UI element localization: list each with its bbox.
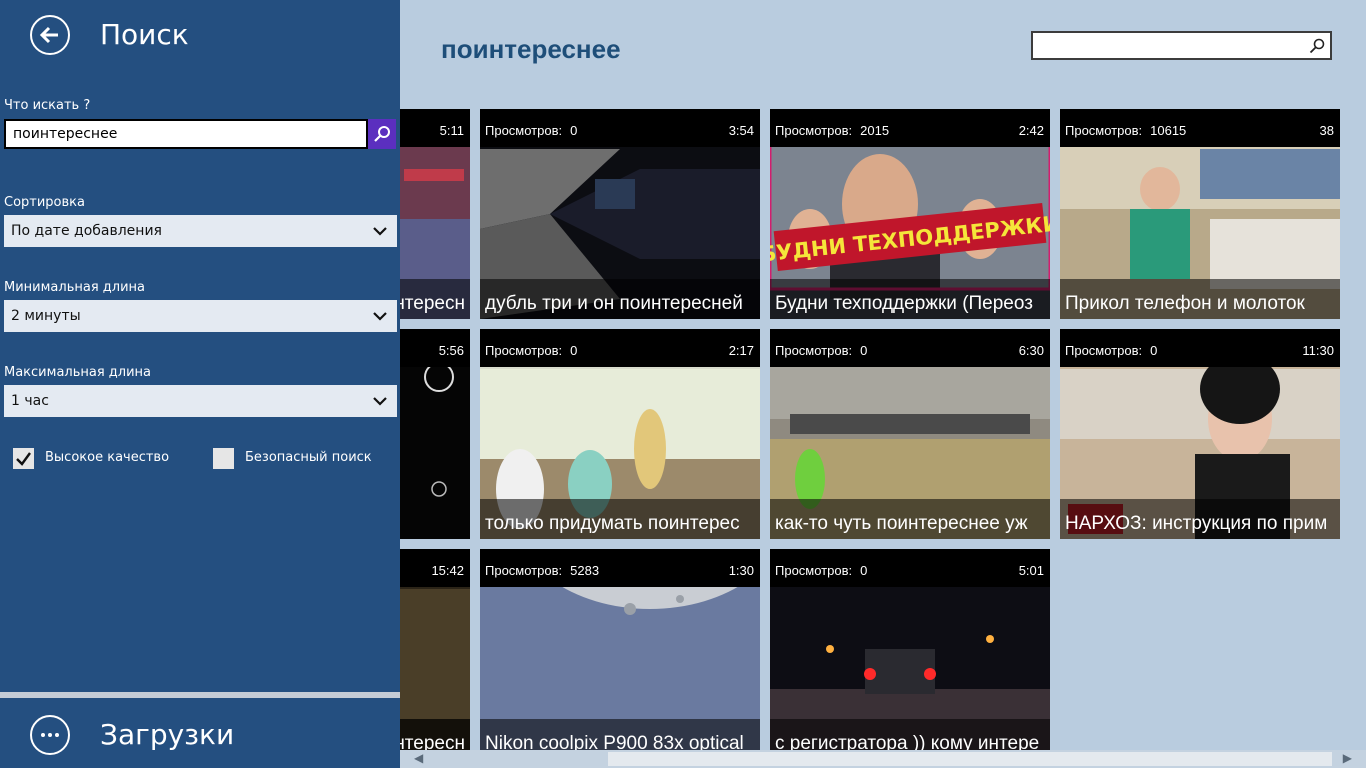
arrow-left-icon [39, 26, 58, 44]
search-icon [374, 126, 390, 142]
page-title: поинтереснее [441, 34, 621, 64]
views-label: Просмотров: [1065, 123, 1143, 138]
min-length-select[interactable]: 2 минуты [4, 300, 397, 332]
video-duration: 5:01 [1018, 563, 1044, 578]
chevron-down-icon [373, 312, 387, 321]
scroll-right-icon[interactable]: ▶ [1343, 751, 1352, 765]
checkmark-icon [16, 452, 31, 466]
downloads-button[interactable] [30, 715, 70, 755]
views-label: Просмотров: [1065, 343, 1143, 358]
max-length-select[interactable]: 1 час [4, 385, 397, 417]
max-length-value: 1 час [11, 393, 49, 409]
video-tile[interactable]: Просмотров: 0 11:30 НАРХОЗ: инструкция по… [1060, 329, 1340, 539]
safe-search-checkbox[interactable] [213, 448, 234, 469]
view-count: 0 [570, 123, 578, 138]
max-length-label: Максимальная длина [4, 365, 152, 380]
video-tile[interactable]: Просмотров: 0 3:54 дубль три и он поинтер… [480, 109, 760, 319]
video-duration: 38 [1319, 123, 1334, 138]
video-title: как-то чуть поинтереснее уж [775, 513, 1028, 534]
more-icon [41, 733, 59, 737]
chevron-down-icon [373, 397, 387, 406]
min-length-label: Минимальная длина [4, 280, 145, 295]
view-count: 10615 [1150, 123, 1187, 138]
views-label: Просмотров: [775, 563, 853, 578]
view-count: 5283 [570, 563, 600, 578]
query-input[interactable] [4, 119, 368, 149]
video-duration: 5:11 [439, 123, 464, 138]
horizontal-scrollbar[interactable]: ◀ ▶ [400, 750, 1366, 768]
panel-title: Поиск [100, 18, 189, 51]
video-duration: 1:30 [728, 563, 754, 578]
query-search-button[interactable] [368, 119, 396, 149]
video-tile[interactable]: Просмотров: 0 2:17 только придумать поинт… [480, 329, 760, 539]
video-duration: 15:42 [431, 563, 464, 578]
view-count: 0 [1150, 343, 1158, 358]
view-count: 0 [860, 343, 868, 358]
sort-label: Сортировка [4, 195, 85, 210]
video-tile[interactable]: Просмотров: 0 5:01 с регистратора )) кому… [770, 549, 1050, 759]
video-title: только придумать поинтерес [485, 513, 740, 534]
downloads-label[interactable]: Загрузки [100, 718, 234, 751]
chevron-down-icon [373, 227, 387, 236]
hq-checkbox[interactable] [13, 448, 34, 469]
view-count: 2015 [860, 123, 890, 138]
search-panel: Поиск Что искать ? Сортировка По дате до… [0, 0, 400, 768]
video-duration: 2:17 [728, 343, 754, 358]
min-length-value: 2 минуты [11, 308, 81, 324]
views-label: Просмотров: [775, 343, 853, 358]
video-title: Прикол телефон и молоток [1065, 293, 1305, 314]
video-title: Будни техподдержки (Переоз [775, 293, 1033, 314]
video-duration: 2:42 [1018, 123, 1044, 138]
views-label: Просмотров: [775, 123, 853, 138]
sort-value: По дате добавления [11, 223, 162, 239]
video-tile[interactable]: БУДНИ ТЕХПОДДЕРЖКИ Просмотров: 2015 2:42 … [770, 109, 1050, 319]
views-label: Просмотров: [485, 563, 563, 578]
scroll-left-icon[interactable]: ◀ [414, 751, 423, 765]
view-count: 0 [570, 343, 578, 358]
sort-select[interactable]: По дате добавления [4, 215, 397, 247]
video-duration: 11:30 [1302, 343, 1334, 358]
search-input[interactable] [1037, 35, 1301, 58]
safe-search-label: Безопасный поиск [245, 450, 372, 465]
video-tile[interactable]: Просмотров: 0 6:30 как-то чуть поинтересн… [770, 329, 1050, 539]
video-title: нтересн [394, 293, 465, 314]
view-count: 0 [860, 563, 868, 578]
views-label: Просмотров: [485, 123, 563, 138]
back-button[interactable] [30, 15, 70, 55]
scrollbar-thumb[interactable] [608, 752, 1332, 766]
video-duration: 6:30 [1018, 343, 1044, 358]
hq-label: Высокое качество [45, 450, 170, 465]
video-tile[interactable]: Просмотров: 10615 38 Прикол телефон и мол… [1060, 109, 1340, 319]
divider [0, 692, 400, 698]
video-duration: 3:54 [728, 123, 754, 138]
views-label: Просмотров: [485, 343, 563, 358]
search-box[interactable] [1031, 31, 1332, 60]
video-title: дубль три и он поинтересней [485, 293, 743, 314]
video-tile[interactable]: Просмотров: 5283 1:30 Nikon coolpix P900 … [480, 549, 760, 759]
video-title: НАРХОЗ: инструкция по прим [1065, 513, 1328, 534]
search-icon[interactable] [1308, 37, 1326, 55]
query-label: Что искать ? [4, 98, 91, 113]
video-duration: 5:56 [438, 343, 464, 358]
